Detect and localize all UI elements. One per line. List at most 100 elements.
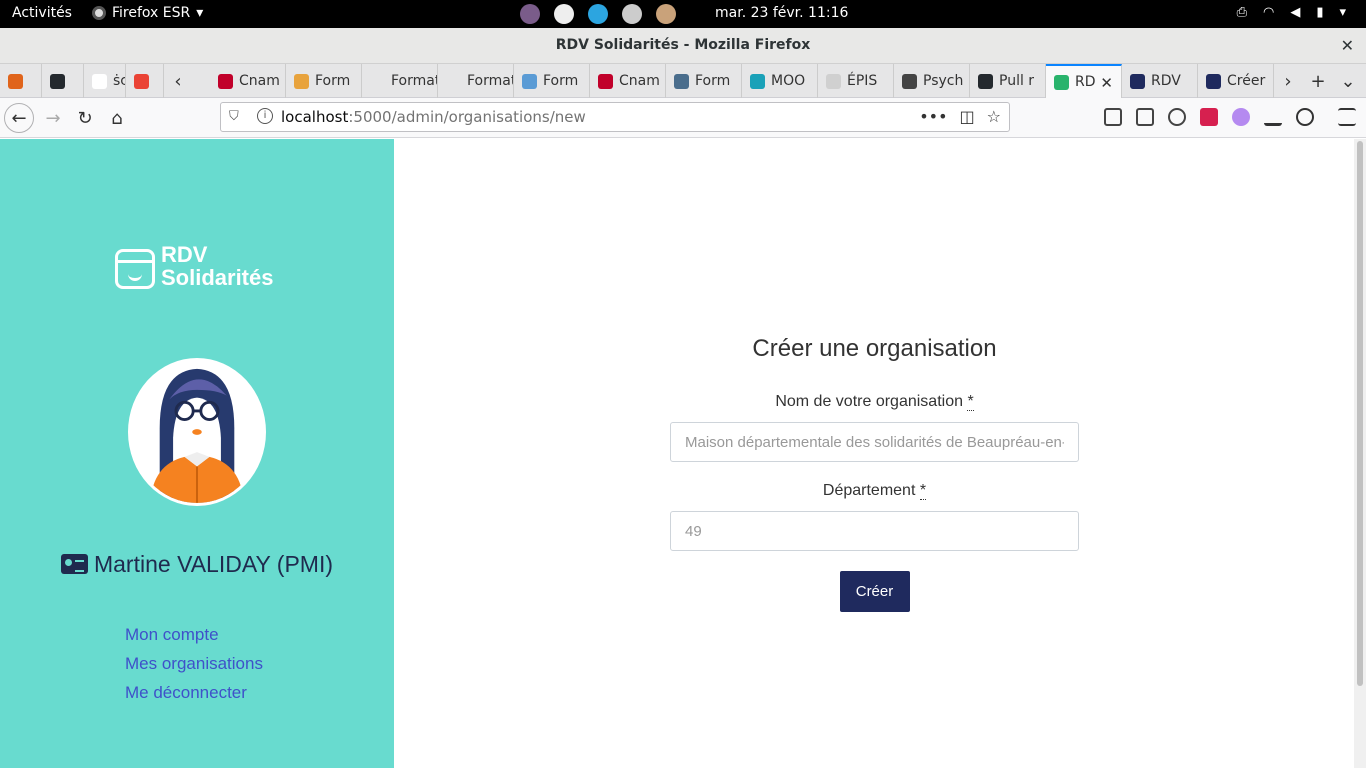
back-button[interactable]: ←: [4, 103, 34, 133]
slack-icon[interactable]: [520, 4, 540, 24]
tab-favicon-icon: [826, 73, 841, 89]
tray-app-icon[interactable]: [622, 4, 642, 24]
activities-button[interactable]: Activités: [12, 5, 72, 21]
tab-16[interactable]: RDV: [1122, 64, 1198, 98]
tab-favicon-icon: [750, 73, 765, 89]
url-text[interactable]: localhost:5000/admin/organisations/new: [281, 108, 586, 126]
tray-icons: [520, 4, 676, 24]
scrollbar-thumb[interactable]: [1357, 141, 1363, 686]
org-name-input[interactable]: [670, 422, 1079, 462]
tab-3[interactable]: [126, 64, 164, 98]
sidebar-icon[interactable]: [1136, 108, 1154, 126]
scroll-tabs-right-icon[interactable]: ›: [1274, 64, 1302, 98]
rdv-logo[interactable]: RDV Solidarités: [115, 243, 273, 289]
tab-label: Form: [695, 73, 731, 89]
forward-button[interactable]: →: [38, 103, 68, 133]
pocket-icon[interactable]: ◫: [960, 107, 975, 126]
telegram-icon[interactable]: [588, 4, 608, 24]
info-icon[interactable]: i: [257, 108, 273, 124]
org-name-label: Nom de votre organisation *: [670, 393, 1079, 411]
system-menu[interactable]: ⎙ ◠ ◀ ▮ ▾: [1237, 5, 1346, 20]
tab-15[interactable]: RD ✕: [1046, 64, 1122, 98]
tab-6[interactable]: Formatio: [362, 64, 438, 98]
tab-label: Formatio: [467, 73, 513, 89]
link-logout[interactable]: Me déconnecter: [125, 683, 263, 703]
tab-label: Créer: [1227, 73, 1266, 89]
scroll-tabs-left-icon[interactable]: ‹: [164, 64, 192, 98]
tab-8[interactable]: Form: [514, 64, 590, 98]
clock[interactable]: mar. 23 févr. 11:16: [715, 5, 848, 21]
library-icon[interactable]: [1104, 108, 1122, 126]
id-card-icon: [60, 554, 88, 574]
close-window-icon[interactable]: ✕: [1341, 36, 1354, 55]
department-label-text: Département: [822, 482, 916, 499]
extension-lt-icon[interactable]: [1264, 108, 1282, 126]
tab-label: ṡc: [113, 73, 125, 89]
window-title: RDV Solidarités - Mozilla Firefox: [555, 37, 811, 53]
tab-12[interactable]: ÉPIS: [818, 64, 894, 98]
create-button[interactable]: Créer: [839, 571, 910, 612]
tab-label: Formatio: [391, 73, 437, 89]
wifi-icon: ◠: [1262, 5, 1275, 20]
tab-favicon-icon: [370, 73, 385, 89]
tab-favicon-icon: [446, 73, 461, 89]
eye-icon[interactable]: [1296, 108, 1314, 126]
tab-5[interactable]: Form: [286, 64, 362, 98]
tab-10[interactable]: Form: [666, 64, 742, 98]
new-organisation-form: Créer une organisation Nom de votre orga…: [670, 335, 1079, 612]
tab-0[interactable]: [0, 64, 42, 98]
discord-icon[interactable]: [554, 4, 574, 24]
link-my-organisations[interactable]: Mes organisations: [125, 654, 263, 674]
url-host: localhost: [281, 108, 349, 126]
address-bar[interactable]: ⛉ i localhost:5000/admin/organisations/n…: [220, 102, 1010, 132]
color-extension-icon[interactable]: [1232, 108, 1250, 126]
extension-icon[interactable]: [1200, 108, 1218, 126]
tab-4[interactable]: Cnam: [210, 64, 286, 98]
tab-favicon-icon: [522, 73, 537, 89]
tab-label: RD: [1075, 74, 1096, 90]
page-scrollbar[interactable]: [1354, 139, 1366, 768]
page-actions: ••• ◫ ☆: [919, 107, 1001, 126]
app-menu-label: Firefox ESR: [112, 5, 191, 21]
bookmark-star-icon[interactable]: ☆: [987, 107, 1001, 126]
logo-text: RDV Solidarités: [161, 243, 273, 289]
tab-favicon-icon: [1054, 74, 1069, 90]
tab-label: Form: [543, 73, 579, 89]
tab-14[interactable]: Pull r: [970, 64, 1046, 98]
reload-button[interactable]: ↻: [70, 103, 100, 133]
tab-7[interactable]: Formatio: [438, 64, 514, 98]
home-button[interactable]: ⌂: [102, 103, 132, 133]
more-actions-icon[interactable]: •••: [919, 107, 947, 126]
tab-favicon-icon: [92, 73, 107, 89]
tab-label: Pull r: [999, 73, 1035, 89]
close-tab-icon[interactable]: ✕: [1100, 74, 1113, 92]
department-input[interactable]: [670, 511, 1079, 551]
tab-13[interactable]: Psych: [894, 64, 970, 98]
window-title-bar: RDV Solidarités - Mozilla Firefox ✕: [0, 28, 1366, 64]
avatar-illustration: [131, 361, 263, 503]
avatar: [128, 358, 266, 506]
tab-11[interactable]: MOO: [742, 64, 818, 98]
account-links: Mon compte Mes organisations Me déconnec…: [125, 625, 263, 703]
list-all-tabs-icon[interactable]: ⌄: [1334, 64, 1362, 98]
tab-favicon-icon: [8, 73, 23, 89]
shield-icon[interactable]: ⛉: [229, 109, 239, 124]
account-icon[interactable]: [1168, 108, 1186, 126]
tray-app-icon-2[interactable]: [656, 4, 676, 24]
chevron-down-icon: ▾: [196, 5, 204, 21]
url-path: :5000/admin/organisations/new: [348, 108, 586, 126]
tab-1[interactable]: [42, 64, 84, 98]
hamburger-menu-icon[interactable]: [1338, 108, 1356, 126]
new-tab-icon[interactable]: +: [1304, 64, 1332, 98]
tab-label: Form: [315, 73, 351, 89]
tab-favicon-icon: [134, 73, 149, 89]
tab-9[interactable]: Cnam: [590, 64, 666, 98]
tab-17[interactable]: Créer: [1198, 64, 1274, 98]
tab-favicon-icon: [978, 73, 993, 89]
tab-label: RDV: [1151, 73, 1181, 89]
link-my-account[interactable]: Mon compte: [125, 625, 263, 645]
tab-2[interactable]: ṡc: [84, 64, 126, 98]
system-top-bar: Activités Firefox ESR ▾ mar. 23 févr. 11…: [0, 0, 1366, 28]
page-content: RDV Solidarités Martine VALIDAY (PMI) Mo…: [0, 139, 1366, 768]
app-menu[interactable]: Firefox ESR ▾: [92, 5, 203, 21]
